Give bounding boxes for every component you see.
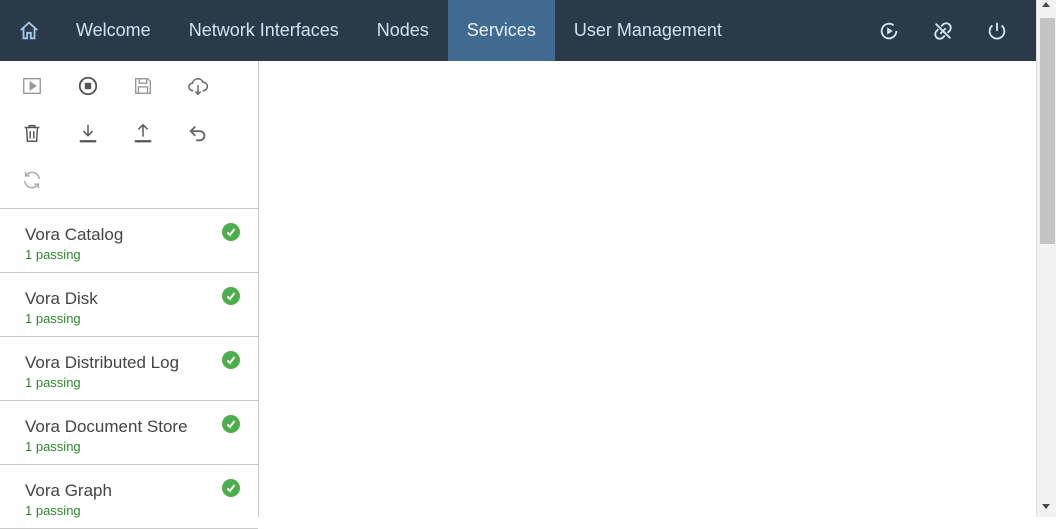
scroll-thumb[interactable] <box>1040 18 1055 244</box>
service-status: 1 passing <box>25 311 81 326</box>
tab-user-management[interactable]: User Management <box>555 0 741 61</box>
stop-button[interactable] <box>75 73 101 99</box>
home-button[interactable] <box>0 0 57 61</box>
check-icon <box>222 415 240 433</box>
save-icon <box>134 77 152 95</box>
tab-welcome[interactable]: Welcome <box>57 0 170 61</box>
check-icon <box>222 223 240 241</box>
undo-button[interactable] <box>185 120 211 146</box>
header-actions <box>878 0 1008 61</box>
save-button[interactable] <box>130 73 156 99</box>
service-status: 1 passing <box>25 375 81 390</box>
undo-icon <box>189 125 206 142</box>
tab-services[interactable]: Services <box>447 0 555 61</box>
check-icon <box>222 479 240 497</box>
tab-network-interfaces[interactable]: Network Interfaces <box>170 0 358 61</box>
download-icon <box>79 124 97 143</box>
cloud-download-icon <box>188 78 209 96</box>
scroll-up-arrow[interactable] <box>1042 2 1050 7</box>
play-circle-icon[interactable] <box>878 20 900 42</box>
trash-icon <box>24 124 40 142</box>
services-sidebar: Vora Catalog 1 passing Vora Disk 1 passi… <box>0 61 259 529</box>
top-navigation-bar: Welcome Network Interfaces Nodes Service… <box>0 0 1036 61</box>
check-icon <box>222 351 240 369</box>
refresh-icon <box>23 171 41 189</box>
service-item-vora-graph[interactable]: Vora Graph 1 passing <box>0 465 258 529</box>
upload-button[interactable] <box>130 120 156 146</box>
service-status: 1 passing <box>25 247 81 262</box>
play-button[interactable] <box>19 73 45 99</box>
refresh-button[interactable] <box>19 167 45 193</box>
service-item-vora-document-store[interactable]: Vora Document Store 1 passing <box>0 401 258 465</box>
delete-button[interactable] <box>19 120 45 146</box>
service-status: 1 passing <box>25 503 81 518</box>
service-item-vora-distributed-log[interactable]: Vora Distributed Log 1 passing <box>0 337 258 401</box>
service-status: 1 passing <box>25 439 81 454</box>
service-item-vora-disk[interactable]: Vora Disk 1 passing <box>0 273 258 337</box>
power-icon[interactable] <box>986 20 1008 42</box>
home-icon <box>19 21 38 39</box>
vertical-scrollbar[interactable] <box>1036 0 1056 517</box>
stop-icon <box>78 76 98 96</box>
tab-nodes[interactable]: Nodes <box>358 0 448 61</box>
download-button[interactable] <box>75 120 101 146</box>
upload-icon <box>134 123 152 143</box>
service-item-vora-catalog[interactable]: Vora Catalog 1 passing <box>0 209 258 273</box>
cloud-download-button[interactable] <box>185 73 211 99</box>
service-toolbar <box>0 61 258 209</box>
play-icon <box>23 77 41 95</box>
check-icon <box>222 287 240 305</box>
scroll-down-arrow[interactable] <box>1042 504 1050 509</box>
disconnect-icon[interactable] <box>932 20 954 42</box>
